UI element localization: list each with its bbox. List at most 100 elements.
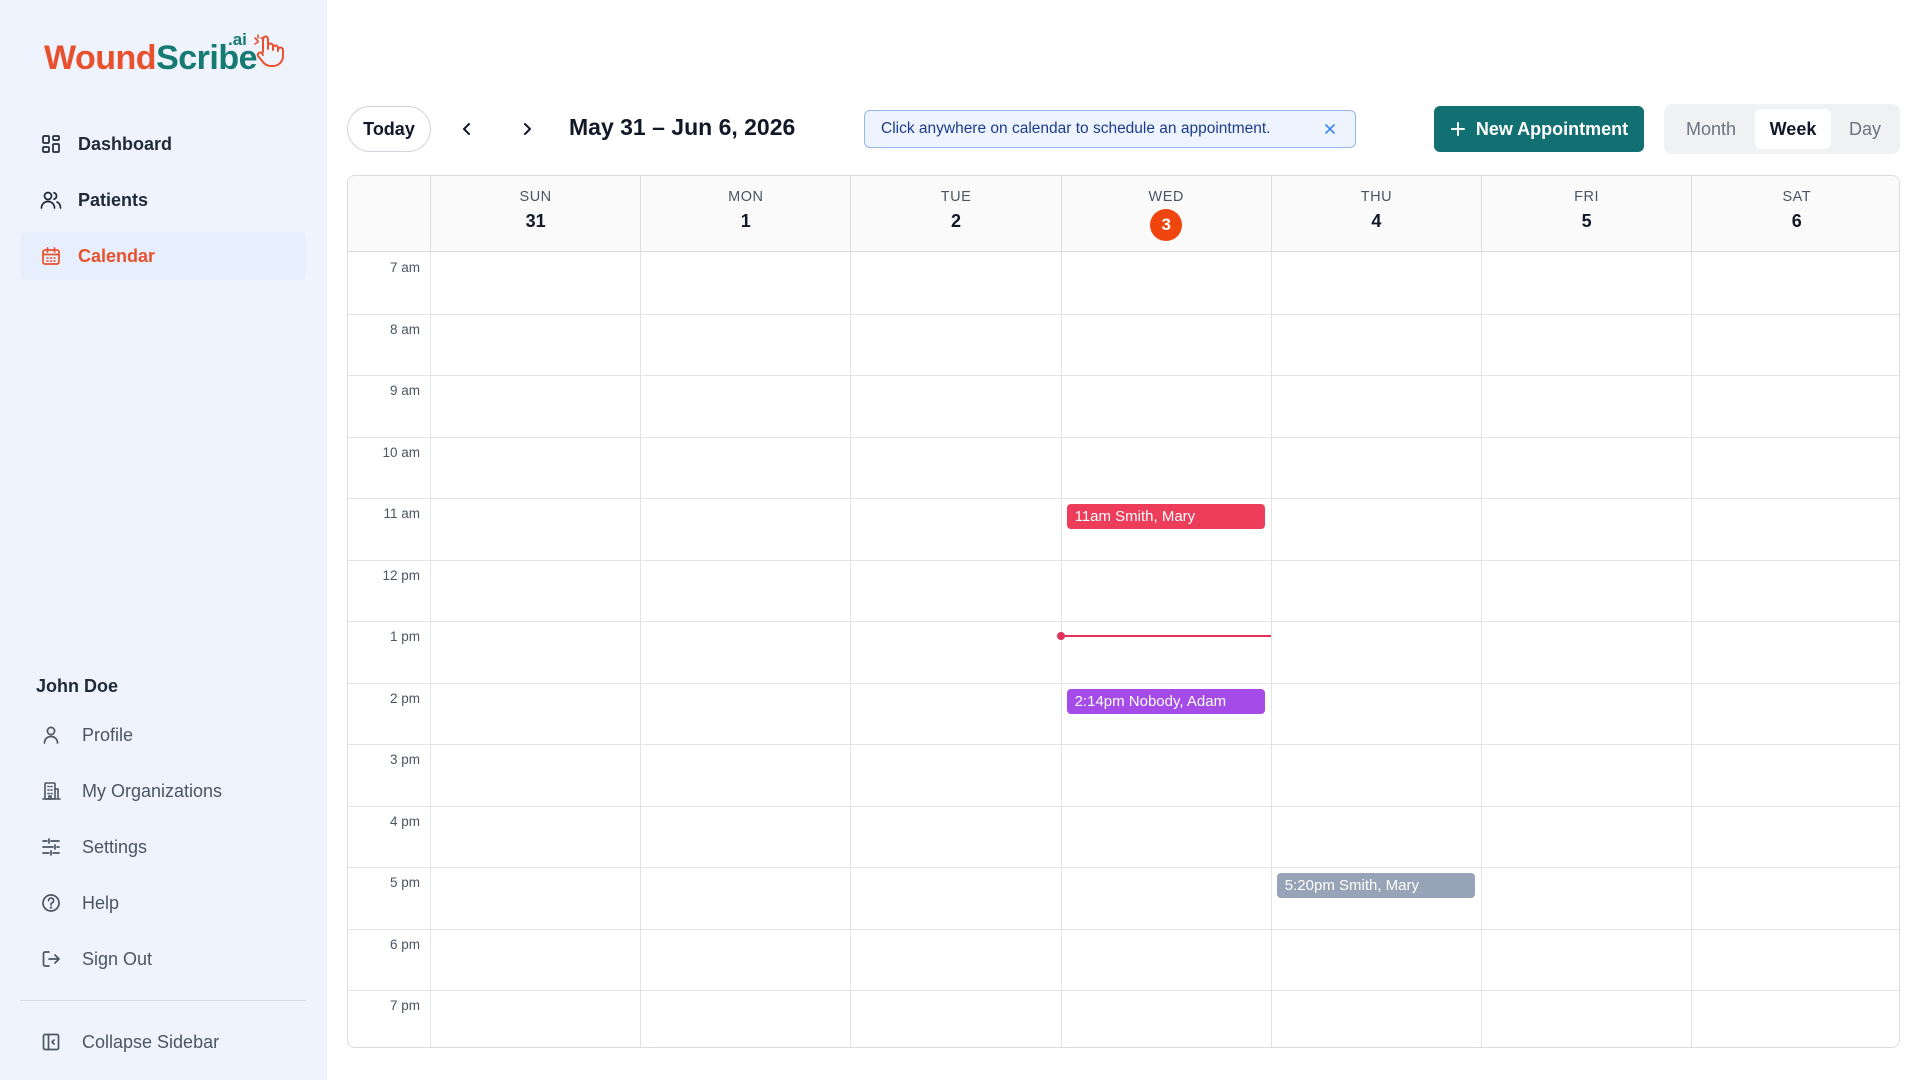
time-slot[interactable] — [430, 806, 640, 868]
time-slot[interactable] — [1061, 929, 1271, 991]
time-slot[interactable] — [1481, 252, 1691, 314]
time-slot[interactable] — [1271, 621, 1481, 683]
time-slot[interactable] — [1481, 314, 1691, 376]
appointment-event[interactable]: 11am Smith, Mary — [1066, 504, 1265, 529]
time-slot[interactable] — [850, 806, 1060, 868]
sidebar-item-help[interactable]: Help — [20, 879, 306, 927]
time-slot[interactable] — [1271, 375, 1481, 437]
time-slot[interactable] — [1481, 806, 1691, 868]
time-slot[interactable] — [640, 252, 850, 314]
time-slot[interactable] — [1061, 990, 1271, 1047]
time-slot[interactable] — [1481, 375, 1691, 437]
time-slot[interactable] — [430, 990, 640, 1047]
time-slot[interactable] — [1271, 314, 1481, 376]
time-slot[interactable] — [430, 314, 640, 376]
time-slot[interactable] — [1271, 744, 1481, 806]
time-slot[interactable] — [850, 498, 1060, 560]
time-slot[interactable] — [1481, 683, 1691, 745]
dismiss-hint-button[interactable] — [1321, 120, 1339, 138]
time-slot[interactable] — [1061, 867, 1271, 929]
sidebar-item-settings[interactable]: Settings — [20, 823, 306, 871]
sidebar-item-patients[interactable]: Patients — [20, 176, 306, 224]
view-week-button[interactable]: Week — [1755, 109, 1831, 149]
appointment-event[interactable]: 5:20pm Smith, Mary — [1276, 873, 1475, 898]
time-slot[interactable] — [1691, 744, 1899, 806]
time-slot[interactable] — [640, 314, 850, 376]
time-slot[interactable] — [850, 560, 1060, 622]
time-slot[interactable] — [430, 498, 640, 560]
time-slot[interactable] — [1691, 683, 1899, 745]
time-slot[interactable] — [850, 744, 1060, 806]
time-slot[interactable] — [430, 683, 640, 745]
time-slot[interactable] — [640, 990, 850, 1047]
time-slot[interactable] — [1691, 929, 1899, 991]
time-slot[interactable] — [1061, 560, 1271, 622]
time-slot[interactable] — [1691, 437, 1899, 499]
time-slot[interactable] — [1481, 560, 1691, 622]
time-slot[interactable] — [1061, 375, 1271, 437]
new-appointment-button[interactable]: New Appointment — [1434, 106, 1644, 152]
day-header-wed[interactable]: WED 3 — [1060, 176, 1271, 252]
sidebar-item-sign-out[interactable]: Sign Out — [20, 935, 306, 983]
time-slot[interactable] — [1691, 375, 1899, 437]
time-slot[interactable] — [430, 252, 640, 314]
time-slot[interactable] — [850, 683, 1060, 745]
time-slot[interactable] — [1481, 621, 1691, 683]
time-slot[interactable] — [640, 683, 850, 745]
time-slot[interactable] — [430, 375, 640, 437]
time-slot[interactable] — [850, 437, 1060, 499]
time-slot[interactable] — [430, 621, 640, 683]
time-slot[interactable] — [640, 806, 850, 868]
time-slot[interactable] — [1271, 252, 1481, 314]
time-slot[interactable] — [640, 744, 850, 806]
day-header-thu[interactable]: THU 4 — [1270, 176, 1481, 252]
time-slot[interactable] — [1691, 314, 1899, 376]
time-slot[interactable] — [1691, 621, 1899, 683]
time-slot[interactable] — [430, 560, 640, 622]
time-slot[interactable] — [850, 990, 1060, 1047]
time-slot[interactable] — [1691, 560, 1899, 622]
time-slot[interactable] — [850, 867, 1060, 929]
time-slot[interactable] — [1691, 867, 1899, 929]
next-week-button[interactable] — [510, 112, 544, 146]
time-slot[interactable] — [430, 437, 640, 499]
collapse-sidebar-button[interactable]: Collapse Sidebar — [20, 1018, 306, 1066]
time-slot[interactable] — [850, 252, 1060, 314]
time-slot[interactable] — [640, 437, 850, 499]
time-slot[interactable] — [640, 560, 850, 622]
sidebar-item-dashboard[interactable]: Dashboard — [20, 120, 306, 168]
time-slot[interactable] — [1061, 314, 1271, 376]
time-slot[interactable] — [430, 744, 640, 806]
time-slot[interactable] — [1061, 621, 1271, 683]
time-slot[interactable] — [430, 867, 640, 929]
sidebar-item-profile[interactable]: Profile — [20, 711, 306, 759]
time-slot[interactable] — [1271, 806, 1481, 868]
today-button[interactable]: Today — [347, 106, 431, 152]
time-slot[interactable] — [1271, 990, 1481, 1047]
time-slot[interactable] — [1691, 498, 1899, 560]
time-slot[interactable] — [640, 929, 850, 991]
time-slot[interactable] — [1691, 252, 1899, 314]
day-header-mon[interactable]: MON 1 — [640, 176, 850, 252]
time-slot[interactable] — [1481, 744, 1691, 806]
time-slot[interactable] — [1691, 990, 1899, 1047]
time-slot[interactable] — [1481, 437, 1691, 499]
time-slot[interactable] — [1061, 437, 1271, 499]
time-slot[interactable] — [1061, 252, 1271, 314]
sidebar-item-calendar[interactable]: Calendar — [20, 232, 306, 280]
time-slot[interactable] — [1271, 560, 1481, 622]
time-slot[interactable] — [850, 375, 1060, 437]
time-slot[interactable] — [850, 621, 1060, 683]
time-slot[interactable] — [1061, 806, 1271, 868]
day-header-sun[interactable]: SUN 31 — [430, 176, 640, 252]
sidebar-item-my-organizations[interactable]: My Organizations — [20, 767, 306, 815]
time-slot[interactable] — [1691, 806, 1899, 868]
time-slot[interactable] — [1481, 498, 1691, 560]
time-slot[interactable] — [430, 929, 640, 991]
day-header-fri[interactable]: FRI 5 — [1481, 176, 1691, 252]
time-slot[interactable] — [640, 867, 850, 929]
time-slot[interactable] — [1481, 990, 1691, 1047]
time-slot[interactable] — [1271, 929, 1481, 991]
previous-week-button[interactable] — [450, 112, 484, 146]
time-slot[interactable] — [1481, 867, 1691, 929]
